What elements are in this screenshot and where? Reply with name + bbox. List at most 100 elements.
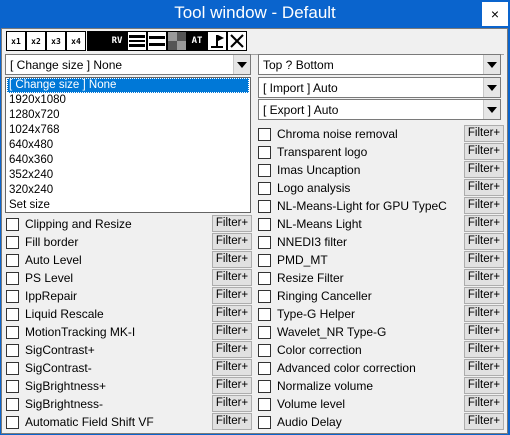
scale-x3-button[interactable]: x3 bbox=[46, 31, 66, 51]
filter-row: Type-G Helper Filter+ bbox=[258, 304, 504, 322]
filter-checkbox[interactable] bbox=[258, 398, 271, 411]
filter-row: Volume level Filter+ bbox=[258, 394, 504, 412]
filter-add-button[interactable]: Filter+ bbox=[464, 395, 504, 412]
filter-checkbox[interactable] bbox=[6, 290, 19, 303]
filter-checkbox[interactable] bbox=[258, 236, 271, 249]
title-bar[interactable]: Tool window - Default × bbox=[0, 0, 510, 28]
filter-add-button[interactable]: Filter+ bbox=[212, 413, 252, 430]
filter-add-button[interactable]: Filter+ bbox=[212, 359, 252, 376]
filter-add-button[interactable]: Filter+ bbox=[464, 143, 504, 160]
chevron-down-icon[interactable] bbox=[233, 55, 250, 74]
filter-checkbox[interactable] bbox=[258, 128, 271, 141]
filter-add-button[interactable]: Filter+ bbox=[212, 395, 252, 412]
chevron-down-icon[interactable] bbox=[483, 55, 500, 74]
flag-button[interactable] bbox=[207, 31, 227, 51]
filter-checkbox[interactable] bbox=[258, 146, 271, 159]
filter-checkbox[interactable] bbox=[6, 236, 19, 249]
close-window-button[interactable]: × bbox=[482, 2, 508, 26]
filter-checkbox[interactable] bbox=[258, 164, 271, 177]
filter-checkbox[interactable] bbox=[6, 380, 19, 393]
double-lines-button[interactable] bbox=[147, 31, 167, 51]
filter-add-button[interactable]: Filter+ bbox=[464, 287, 504, 304]
change-size-combo[interactable]: [ Change size ] None bbox=[5, 54, 251, 75]
filter-checkbox[interactable] bbox=[6, 344, 19, 357]
filter-add-button[interactable]: Filter+ bbox=[464, 161, 504, 178]
filter-label: Transparent logo bbox=[277, 145, 368, 159]
filter-checkbox[interactable] bbox=[258, 308, 271, 321]
filter-checkbox[interactable] bbox=[258, 290, 271, 303]
filter-checkbox[interactable] bbox=[258, 416, 271, 429]
filter-checkbox[interactable] bbox=[6, 218, 19, 231]
filter-checkbox[interactable] bbox=[6, 326, 19, 339]
size-option[interactable]: 320x240 bbox=[7, 183, 249, 198]
filter-add-button[interactable]: Filter+ bbox=[464, 179, 504, 196]
filter-checkbox[interactable] bbox=[6, 416, 19, 429]
size-option[interactable]: Set size bbox=[7, 198, 249, 213]
filter-add-button[interactable]: Filter+ bbox=[464, 269, 504, 286]
black-fill-button[interactable] bbox=[87, 31, 107, 51]
filter-add-button[interactable]: Filter+ bbox=[464, 377, 504, 394]
size-option[interactable]: 640x360 bbox=[7, 153, 249, 168]
rv-button[interactable]: RV bbox=[107, 31, 127, 51]
size-option[interactable]: 1024x768 bbox=[7, 123, 249, 138]
filter-row: IppRepair Filter+ bbox=[6, 286, 254, 304]
filter-add-button[interactable]: Filter+ bbox=[464, 215, 504, 232]
size-dropdown-list: [ Change size ] None 1920x1080 1280x720 … bbox=[5, 77, 251, 213]
filter-add-button[interactable]: Filter+ bbox=[464, 359, 504, 376]
filter-checkbox[interactable] bbox=[258, 380, 271, 393]
filter-label: Auto Level bbox=[25, 253, 82, 267]
filter-add-button[interactable]: Filter+ bbox=[464, 341, 504, 358]
filter-add-button[interactable]: Filter+ bbox=[212, 377, 252, 394]
size-option[interactable]: 1280x720 bbox=[7, 108, 249, 123]
cancel-button[interactable] bbox=[227, 31, 247, 51]
filter-add-button[interactable]: Filter+ bbox=[464, 413, 504, 430]
filter-label: Advanced color correction bbox=[277, 361, 416, 375]
filter-checkbox[interactable] bbox=[258, 182, 271, 195]
filter-add-button[interactable]: Filter+ bbox=[212, 251, 252, 268]
filter-checkbox[interactable] bbox=[258, 326, 271, 339]
scale-x2-button[interactable]: x2 bbox=[26, 31, 46, 51]
filter-checkbox[interactable] bbox=[258, 200, 271, 213]
chevron-down-icon[interactable] bbox=[483, 100, 500, 119]
at-button[interactable]: AT bbox=[187, 31, 207, 51]
filter-add-button[interactable]: Filter+ bbox=[212, 233, 252, 250]
filter-add-button[interactable]: Filter+ bbox=[212, 215, 252, 232]
import-combo[interactable]: [ Import ] Auto bbox=[258, 77, 501, 98]
filter-label: Chroma noise removal bbox=[277, 127, 398, 141]
filter-label: Liquid Rescale bbox=[25, 307, 104, 321]
filter-checkbox[interactable] bbox=[6, 254, 19, 267]
filter-checkbox[interactable] bbox=[6, 362, 19, 375]
size-option[interactable]: 640x480 bbox=[7, 138, 249, 153]
filter-row: PMD_MT Filter+ bbox=[258, 250, 504, 268]
filter-add-button[interactable]: Filter+ bbox=[464, 197, 504, 214]
filter-checkbox[interactable] bbox=[258, 272, 271, 285]
size-option[interactable]: [ Change size ] None bbox=[7, 78, 249, 93]
size-option[interactable]: 352x240 bbox=[7, 168, 249, 183]
filter-checkbox[interactable] bbox=[258, 344, 271, 357]
filter-row: NL-Means-Light for GPU TypeC Filter+ bbox=[258, 196, 504, 214]
filter-checkbox[interactable] bbox=[6, 308, 19, 321]
filter-add-button[interactable]: Filter+ bbox=[464, 323, 504, 340]
filter-checkbox[interactable] bbox=[6, 398, 19, 411]
chevron-down-icon[interactable] bbox=[483, 78, 500, 97]
scale-x4-button[interactable]: x4 bbox=[66, 31, 86, 51]
filter-add-button[interactable]: Filter+ bbox=[212, 341, 252, 358]
filter-add-button[interactable]: Filter+ bbox=[464, 125, 504, 142]
size-option[interactable]: 1920x1080 bbox=[7, 93, 249, 108]
triple-lines-button[interactable] bbox=[127, 31, 147, 51]
position-combo[interactable]: Top ? Bottom bbox=[258, 54, 501, 75]
checker-button[interactable] bbox=[167, 31, 187, 51]
filter-add-button[interactable]: Filter+ bbox=[212, 305, 252, 322]
filter-checkbox[interactable] bbox=[6, 272, 19, 285]
filter-add-button[interactable]: Filter+ bbox=[464, 251, 504, 268]
filter-checkbox[interactable] bbox=[258, 218, 271, 231]
export-combo[interactable]: [ Export ] Auto bbox=[258, 99, 501, 120]
filter-add-button[interactable]: Filter+ bbox=[464, 305, 504, 322]
filter-checkbox[interactable] bbox=[258, 362, 271, 375]
filter-add-button[interactable]: Filter+ bbox=[212, 323, 252, 340]
filter-checkbox[interactable] bbox=[258, 254, 271, 267]
filter-add-button[interactable]: Filter+ bbox=[212, 287, 252, 304]
scale-x1-button[interactable]: x1 bbox=[6, 31, 26, 51]
filter-add-button[interactable]: Filter+ bbox=[212, 269, 252, 286]
filter-add-button[interactable]: Filter+ bbox=[464, 233, 504, 250]
